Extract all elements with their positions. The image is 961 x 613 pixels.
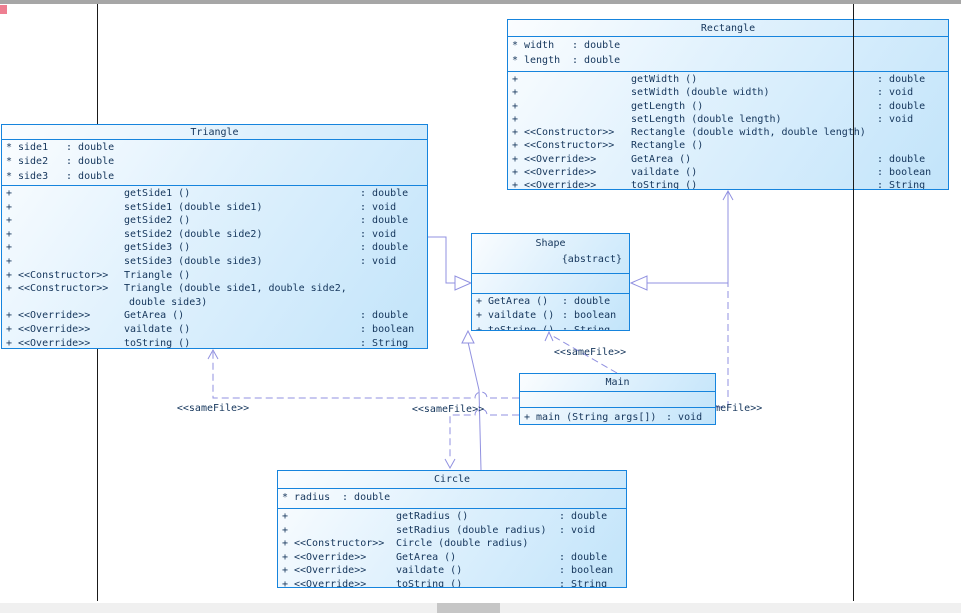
method-row: + <<Constructor>> Triangle (double side1, … [6, 283, 347, 308]
horizontal-scrollbar[interactable] [0, 603, 961, 613]
dependency-label: <<sameFile>> [412, 404, 484, 415]
method-row: +setSide3 (double side3)void [2, 255, 427, 269]
method-row: +toString ()String [472, 324, 629, 330]
attributes-compartment: *widthdouble*lengthdouble [508, 36, 948, 71]
methods-compartment: +main (String args[])void [520, 407, 715, 424]
method-row: +setRadius (double radius)void [278, 524, 626, 538]
class-box-triangle[interactable]: Triangle *side1double*side2double*side3d… [1, 124, 428, 349]
attribute-row: *lengthdouble [508, 53, 948, 68]
attributes-compartment [520, 391, 715, 407]
method-row: + <<Constructor>> Triangle () [6, 269, 191, 281]
methods-compartment: +getRadius ()double+setRadius (double ra… [278, 508, 626, 587]
method-row: +<<Override>>GetArea ()double [278, 551, 626, 565]
generalization-arrowhead-icon [461, 329, 475, 344]
generalization-arrowhead-icon [454, 275, 473, 291]
class-title: Shape {abstract} [472, 234, 629, 273]
dependency-label: <<sameFile>> [554, 347, 626, 358]
class-title: Rectangle [700, 22, 756, 34]
method-row: + <<Constructor>> Rectangle () [512, 140, 704, 152]
method-row: +<<Override>>toString ()String [508, 179, 948, 189]
method-row: +<<Override>>GetArea ()double [2, 309, 427, 323]
scrollbar-thumb[interactable] [437, 603, 500, 613]
method-row: +getWidth ()double [508, 73, 948, 86]
dependency-label: <<sameFile>> [177, 403, 249, 414]
method-row: + <<Constructor>> Circle (double radius) [282, 538, 529, 549]
generalization-triangle-to-shape[interactable] [428, 236, 456, 284]
dependency-main-to-circle[interactable] [449, 408, 519, 458]
method-row: +<<Override>>vaildate ()boolean [2, 323, 427, 337]
dependency-arrowhead-icon [444, 458, 456, 470]
method-row: +<<Override>>vaildate ()boolean [278, 564, 626, 578]
method-row: +getSide3 ()double [2, 241, 427, 255]
method-row: +vaildate ()boolean [472, 309, 629, 323]
method-row: + <<Constructor>> Rectangle (double width,… [512, 127, 866, 139]
method-row: +getSide2 ()double [2, 214, 427, 228]
abstract-note: {abstract} [561, 254, 622, 265]
method-row: +<<Override>>GetArea ()double [508, 153, 948, 166]
method-row: +main (String args[])void [520, 411, 715, 424]
class-box-shape[interactable]: Shape {abstract} +GetArea ()double+vaild… [471, 233, 630, 331]
attribute-row: *side2double [2, 155, 427, 169]
dependency-main-to-rectangle[interactable] [716, 197, 729, 408]
class-box-main[interactable]: Main +main (String args[])void [519, 373, 716, 425]
method-row: +GetArea ()double [472, 295, 629, 309]
class-box-circle[interactable]: Circle *radiusdouble +getRadius ()double… [277, 470, 627, 588]
diagram-canvas: <<sameFile>> <<sameFile>> <<sameFile>> <… [0, 0, 961, 613]
attribute-row: *side3double [2, 170, 427, 184]
class-title: Main [605, 377, 630, 388]
dependency-main-to-triangle[interactable] [212, 351, 519, 399]
attribute-row: *side1double [2, 141, 427, 155]
method-row: +setWidth (double width)void [508, 86, 948, 99]
class-box-rectangle[interactable]: Rectangle *widthdouble*lengthdouble +get… [507, 19, 949, 190]
attribute-row: *radiusdouble [278, 490, 626, 505]
attributes-compartment: *side1double*side2double*side3double [2, 139, 427, 185]
method-row: +setLength (double length)void [508, 113, 948, 126]
method-row: +getRadius ()double [278, 510, 626, 524]
top-bar [0, 0, 961, 4]
dependency-arrowhead-icon [544, 330, 554, 342]
page-boundary-right [853, 4, 854, 601]
attributes-compartment: *radiusdouble [278, 488, 626, 508]
class-title: Circle [433, 474, 471, 485]
class-title: Triangle [190, 126, 239, 138]
attribute-row: *widthdouble [508, 38, 948, 53]
method-row: +<<Override>>toString ()String [278, 578, 626, 588]
methods-compartment: +getSide1 ()double+setSide1 (double side… [2, 185, 427, 348]
method-row: +setSide1 (double side1)void [2, 201, 427, 215]
methods-compartment: +getWidth ()double+setWidth (double widt… [508, 71, 948, 189]
method-row: +<<Override>>toString ()String [2, 337, 427, 348]
method-row: +<<Override>>vaildate ()boolean [508, 166, 948, 179]
method-row: +getLength ()double [508, 100, 948, 113]
attributes-compartment [472, 273, 629, 293]
methods-compartment: +GetArea ()double+vaildate ()boolean+toS… [472, 293, 629, 330]
corner-artifact [0, 5, 7, 14]
method-row: +getSide1 ()double [2, 187, 427, 201]
generalization-arrowhead-icon [629, 275, 648, 291]
method-row: +setSide2 (double side2)void [2, 228, 427, 242]
class-title-text: Shape [535, 238, 566, 249]
generalization-rectangle-to-shape[interactable] [646, 191, 729, 284]
